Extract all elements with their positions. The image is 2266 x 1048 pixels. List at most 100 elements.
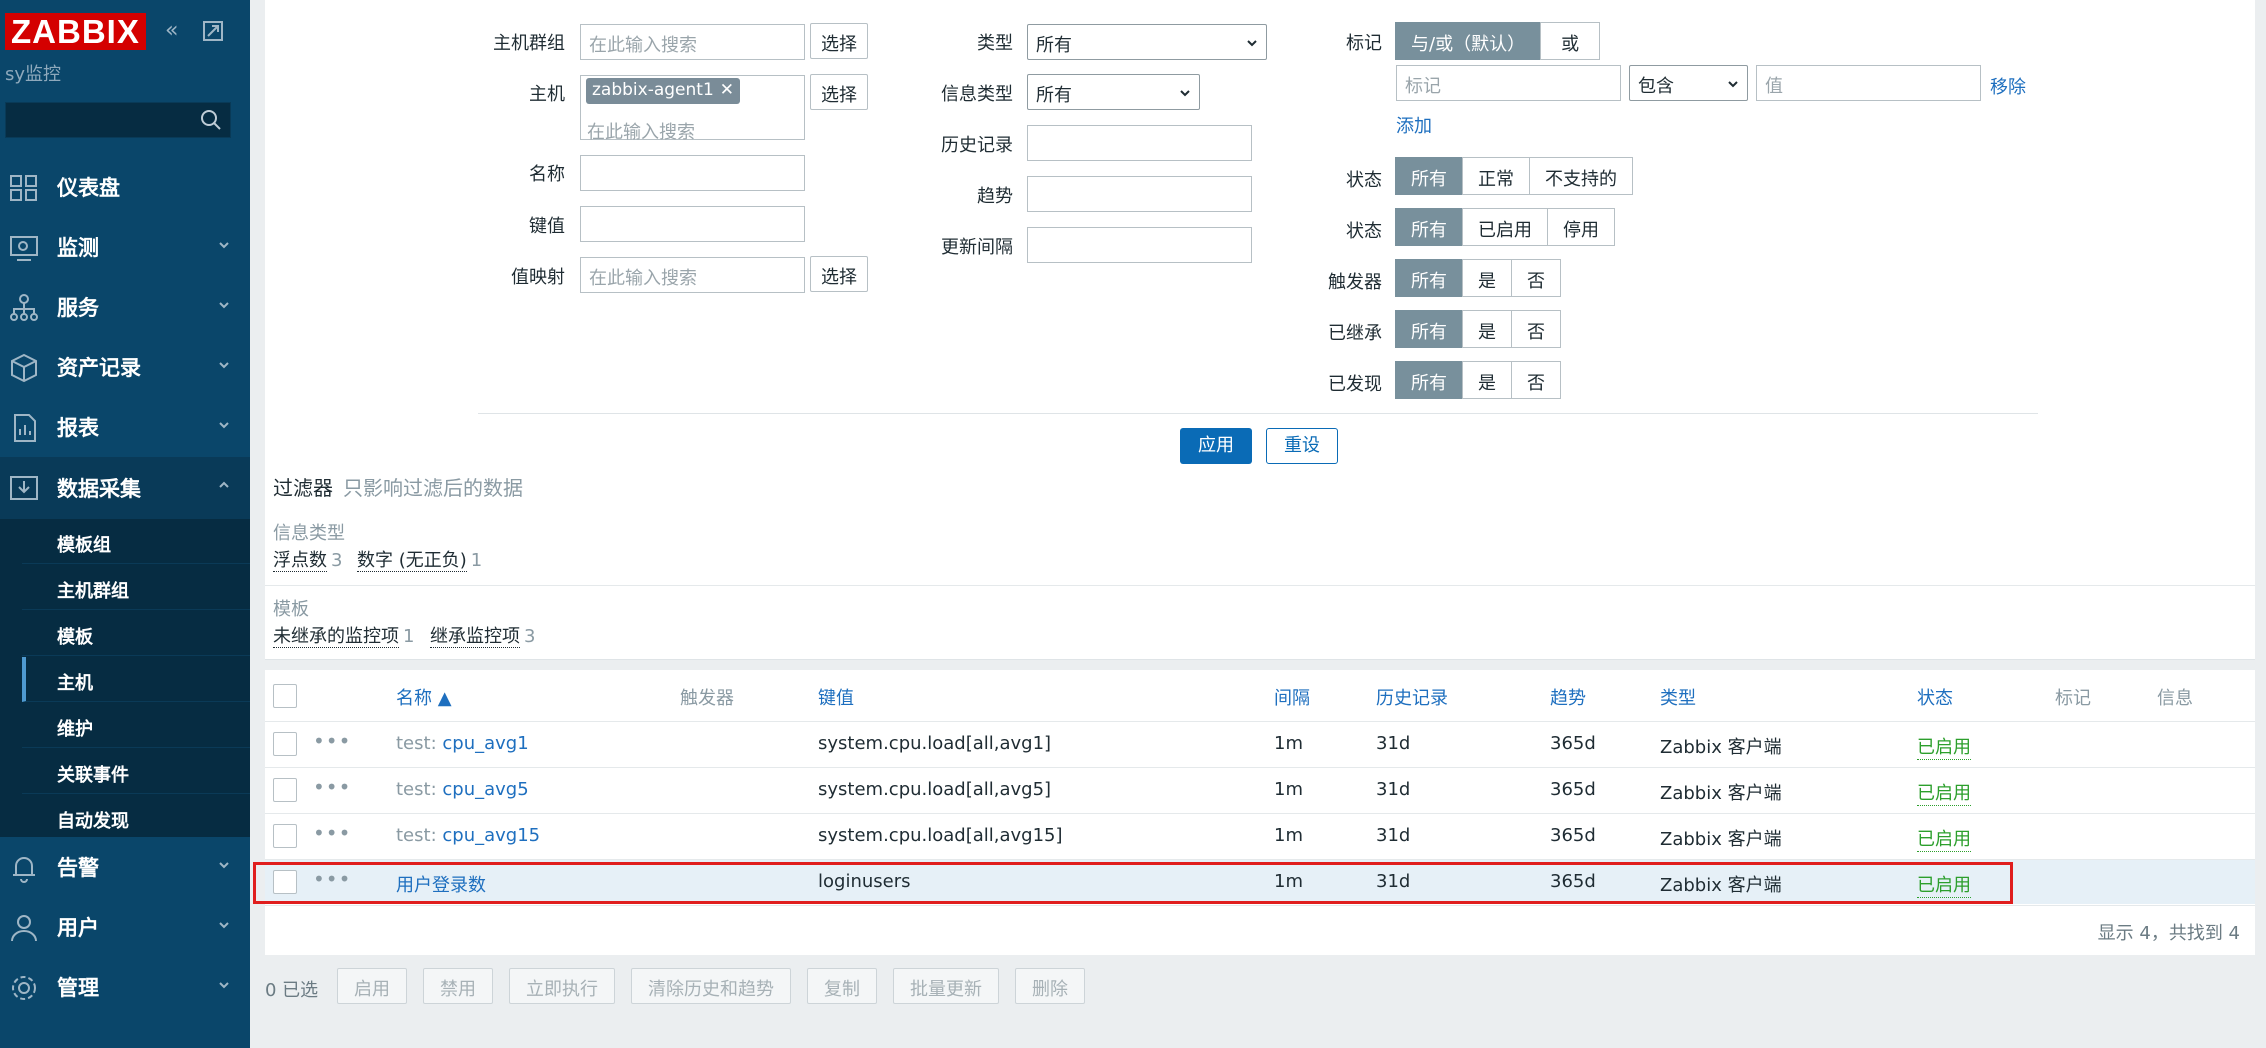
state-label: 状态 [1346, 170, 1382, 191]
discovered-no-option[interactable]: 否 [1511, 361, 1561, 399]
update-interval-input[interactable] [1027, 227, 1252, 263]
col-type[interactable]: 类型 [1660, 684, 1696, 710]
discovered-all-option[interactable]: 所有 [1395, 361, 1463, 399]
submenu-label: 维护 [57, 719, 93, 740]
chevron-down-icon [219, 302, 229, 309]
sidebar-search-input[interactable] [5, 102, 231, 138]
state-all-option[interactable]: 所有 [1395, 157, 1463, 195]
info-type-select[interactable]: 所有 [1027, 74, 1200, 110]
item-name-link[interactable]: test: cpu_avg15 [396, 825, 540, 846]
tag-name-input[interactable]: 标记 [1396, 65, 1621, 101]
tag-add-link[interactable]: 添加 [1396, 112, 1432, 138]
menu-inventory[interactable]: 资产记录 [0, 337, 250, 397]
submenu-templates[interactable]: 模板 [22, 611, 250, 656]
status-all-option[interactable]: 所有 [1395, 208, 1463, 246]
tags-label: 标记 [1346, 33, 1382, 54]
tags-or-option[interactable]: 或 [1540, 22, 1601, 60]
discovered-yes-option[interactable]: 是 [1462, 361, 1512, 399]
inherited-yes-option[interactable]: 是 [1462, 310, 1512, 348]
clear-history-button[interactable]: 清除历史和趋势 [631, 968, 791, 1004]
menu-administration[interactable]: 管理 [0, 957, 250, 1017]
item-name-link[interactable]: test: cpu_avg5 [396, 779, 529, 800]
summary-not-inherited[interactable]: 未继承的监控项 1 [273, 622, 414, 648]
triggers-no-option[interactable]: 否 [1511, 259, 1561, 297]
select-all-checkbox[interactable] [273, 684, 297, 708]
col-history[interactable]: 历史记录 [1376, 684, 1448, 710]
item-status[interactable]: 已启用 [1917, 825, 1971, 852]
valuemap-input[interactable]: 在此输入搜索 [580, 257, 805, 293]
col-trends[interactable]: 趋势 [1550, 684, 1586, 710]
apply-button[interactable]: 应用 [1180, 428, 1252, 464]
submenu-event-correlation[interactable]: 关联事件 [22, 749, 250, 794]
row-menu-icon[interactable]: ••• [313, 729, 351, 753]
copy-button[interactable]: 复制 [807, 968, 877, 1004]
submenu-template-groups[interactable]: 模板组 [22, 519, 250, 564]
submenu-label: 主机群组 [57, 581, 129, 602]
submenu-discovery[interactable]: 自动发现 [22, 795, 250, 840]
row-menu-icon[interactable]: ••• [313, 775, 351, 799]
row-checkbox[interactable] [273, 778, 297, 802]
inherited-no-option[interactable]: 否 [1511, 310, 1561, 348]
menu-data-collection[interactable]: 数据采集 [0, 457, 250, 519]
summary-float[interactable]: 浮点数 3 [273, 546, 342, 572]
submenu-maintenance[interactable]: 维护 [22, 703, 250, 748]
delete-button[interactable]: 删除 [1015, 968, 1085, 1004]
info-type-label: 信息类型 [941, 84, 1013, 105]
menu-alerts[interactable]: 告警 [0, 837, 250, 897]
kiosk-mode-icon[interactable] [202, 20, 224, 42]
item-name-link[interactable]: test: cpu_avg1 [396, 733, 529, 754]
item-status[interactable]: 已启用 [1917, 779, 1971, 806]
enable-button[interactable]: 启用 [337, 968, 407, 1004]
state-normal-option[interactable]: 正常 [1462, 157, 1530, 195]
search-icon[interactable] [200, 109, 222, 131]
status-disabled-option[interactable]: 停用 [1547, 208, 1615, 246]
host-groups-input[interactable]: 在此输入搜索 [580, 24, 805, 60]
col-key[interactable]: 键值 [818, 684, 854, 710]
menu-reports[interactable]: 报表 [0, 397, 250, 457]
tags-andor-option[interactable]: 与/或（默认） [1395, 22, 1542, 60]
tag-value-input[interactable]: 值 [1756, 65, 1981, 101]
trends-input[interactable] [1027, 176, 1252, 212]
host-groups-select-button[interactable]: 选择 [810, 23, 868, 59]
menu-label: 监测 [57, 236, 99, 260]
menu-users[interactable]: 用户 [0, 897, 250, 957]
status-enabled-option[interactable]: 已启用 [1462, 208, 1548, 246]
col-status[interactable]: 状态 [1917, 684, 1953, 710]
mass-update-button[interactable]: 批量更新 [893, 968, 999, 1004]
reset-button[interactable]: 重设 [1266, 428, 1338, 464]
submenu-label: 主机 [57, 673, 93, 694]
state-unsupported-option[interactable]: 不支持的 [1529, 157, 1633, 195]
tag-operator-value: 包含 [1638, 76, 1674, 97]
chevron-down-icon [219, 242, 229, 249]
valuemap-select-button[interactable]: 选择 [810, 256, 868, 292]
col-name[interactable]: 名称 ▲ [396, 684, 452, 710]
submenu-hosts[interactable]: 主机 [22, 657, 250, 702]
chip-close-icon[interactable]: ✕ [720, 80, 734, 100]
summary-unsigned[interactable]: 数字 (无正负) 1 [357, 546, 482, 572]
menu-services[interactable]: 服务 [0, 277, 250, 337]
name-input[interactable] [580, 155, 805, 191]
item-status[interactable]: 已启用 [1917, 733, 1971, 760]
inherited-all-option[interactable]: 所有 [1395, 310, 1463, 348]
submenu-host-groups[interactable]: 主机群组 [22, 565, 250, 610]
collapse-sidebar-icon[interactable]: « [165, 18, 178, 43]
tag-operator-select[interactable]: 包含 [1629, 65, 1748, 101]
menu-monitoring[interactable]: 监测 [0, 217, 250, 277]
tag-remove-link[interactable]: 移除 [1990, 73, 2026, 99]
item-history: 31d [1376, 825, 1411, 846]
type-select[interactable]: 所有 [1027, 24, 1267, 60]
triggers-all-option[interactable]: 所有 [1395, 259, 1463, 297]
zabbix-logo[interactable]: ZABBIX [5, 13, 146, 50]
summary-inherited[interactable]: 继承监控项 3 [430, 622, 535, 648]
history-input[interactable] [1027, 125, 1252, 161]
row-checkbox[interactable] [273, 732, 297, 756]
triggers-yes-option[interactable]: 是 [1462, 259, 1512, 297]
disable-button[interactable]: 禁用 [423, 968, 493, 1004]
key-input[interactable] [580, 206, 805, 242]
row-checkbox[interactable] [273, 824, 297, 848]
row-menu-icon[interactable]: ••• [313, 821, 351, 845]
col-interval[interactable]: 间隔 [1274, 684, 1310, 710]
menu-dashboard[interactable]: 仪表盘 [0, 157, 250, 217]
execute-now-button[interactable]: 立即执行 [509, 968, 615, 1004]
hosts-select-button[interactable]: 选择 [810, 74, 868, 110]
